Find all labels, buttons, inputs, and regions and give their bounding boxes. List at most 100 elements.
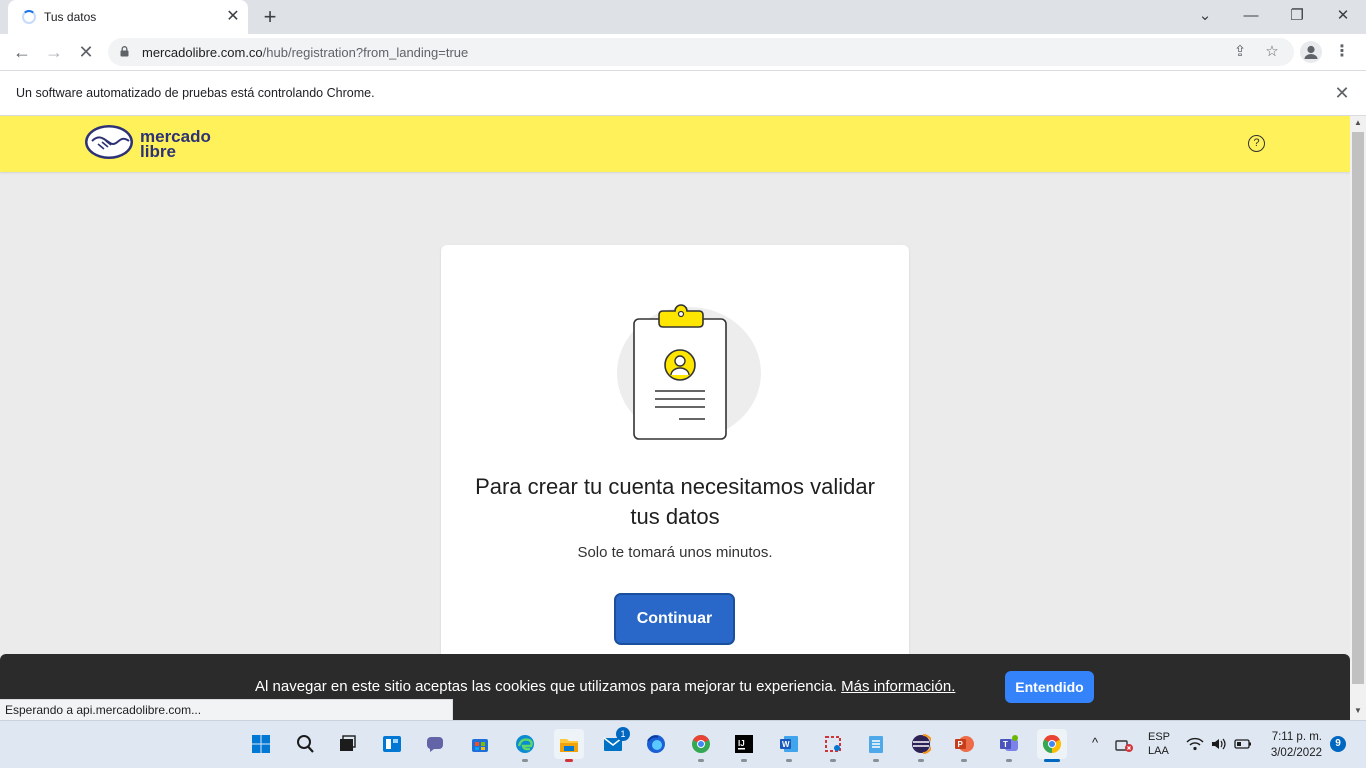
clock-date: 3/02/2022 (1270, 747, 1322, 759)
volume-icon[interactable] (1210, 735, 1228, 756)
taskbar-edge[interactable] (510, 729, 540, 762)
mail-badge: 1 (616, 727, 630, 741)
restore-button[interactable]: ❐ (1282, 4, 1312, 28)
chrome-menu-button[interactable]: ⋮ (1332, 40, 1352, 64)
widgets-icon (383, 736, 401, 752)
teams-icon: T (1000, 735, 1018, 751)
running-indicator (565, 759, 573, 762)
taskbar-store[interactable] (465, 729, 495, 759)
url-text: mercadolibre.com.co/hub/registration?fro… (142, 45, 469, 60)
taskbar-word[interactable]: W (774, 729, 804, 762)
notification-count-badge[interactable]: 9 (1330, 736, 1346, 752)
taskbar-notepad[interactable] (861, 729, 891, 762)
taskbar-widgets[interactable] (377, 729, 407, 759)
mercadolibre-logo[interactable]: mercado libre (84, 124, 224, 164)
store-icon (472, 739, 488, 752)
running-indicator (741, 759, 747, 762)
forward-button[interactable]: → (42, 40, 66, 64)
network-error-tray-icon[interactable] (1114, 735, 1134, 758)
chrome-icon (1042, 734, 1061, 753)
close-window-button[interactable]: ✕ (1328, 4, 1358, 28)
taskbar-chrome[interactable] (1037, 729, 1067, 762)
stop-loading-button[interactable]: ✕ (74, 40, 98, 64)
start-button[interactable] (246, 729, 276, 759)
taskbar-firefox[interactable] (641, 729, 671, 759)
tab-strip: Tus datos ✕ + ⌄ — ❐ ✕ (0, 0, 1366, 34)
page-scrollbar[interactable]: ▲ ▼ (1350, 116, 1366, 720)
search-icon (297, 735, 314, 753)
chrome-bug-icon (692, 735, 710, 753)
taskbar-teams[interactable]: T (994, 729, 1024, 762)
back-button[interactable]: ← (10, 40, 34, 64)
scroll-down-arrow-icon[interactable]: ▼ (1350, 704, 1366, 718)
tab-tus-datos[interactable]: Tus datos ✕ (8, 0, 248, 34)
taskbar-mail[interactable]: 1 (598, 727, 630, 759)
bookmark-star-icon[interactable]: ☆ (1262, 42, 1282, 62)
svg-text:W: W (782, 740, 790, 749)
windows-taskbar: 1 IJ W P T ^ ESP LAA 7:11 p. m. 3/02/202… (0, 720, 1366, 768)
windows-logo-icon (252, 735, 270, 753)
input-language-indicator[interactable]: ESP LAA (1148, 730, 1170, 758)
automation-infobar: Un software automatizado de pruebas está… (0, 70, 1366, 116)
running-indicator (522, 759, 528, 762)
task-view-icon (340, 735, 356, 751)
taskbar-chrome-dev[interactable] (686, 729, 716, 762)
new-tab-button[interactable]: + (258, 6, 282, 28)
eclipse-icon (912, 734, 931, 754)
firefox-icon (647, 735, 665, 753)
accept-cookies-button[interactable]: Entendido (1005, 671, 1094, 703)
loading-spinner-icon (22, 10, 36, 24)
running-indicator (918, 759, 924, 762)
minimize-button[interactable]: — (1236, 4, 1266, 28)
share-icon[interactable]: ⇪ (1230, 42, 1250, 62)
language-code: ESP (1148, 731, 1171, 743)
intellij-icon: IJ (735, 735, 753, 753)
running-indicator (873, 759, 879, 762)
status-bubble: Esperando a api.mercadolibre.com... (0, 699, 453, 720)
battery-icon[interactable] (1234, 735, 1252, 756)
infobar-text: Un software automatizado de pruebas está… (16, 86, 375, 100)
more-info-link[interactable]: Más información. (841, 678, 955, 695)
scroll-up-arrow-icon[interactable]: ▲ (1350, 116, 1366, 130)
tab-close-button[interactable]: ✕ (224, 8, 242, 26)
word-icon: W (780, 736, 798, 752)
address-bar[interactable]: mercadolibre.com.co/hub/registration?fro… (108, 38, 1294, 66)
running-indicator (961, 759, 967, 762)
browser-toolbar: ← → ✕ mercadolibre.com.co/hub/registrati… (0, 34, 1366, 70)
help-icon[interactable]: ? (1248, 135, 1265, 152)
taskbar-search[interactable] (290, 729, 320, 759)
continue-button[interactable]: Continuar (614, 593, 735, 645)
scroll-thumb[interactable] (1352, 132, 1364, 684)
person-icon (1304, 45, 1318, 59)
folder-icon (560, 739, 578, 752)
chat-icon (427, 737, 443, 752)
running-indicator (830, 759, 836, 762)
running-indicator (786, 759, 792, 762)
running-indicator (1044, 759, 1060, 762)
powerpoint-icon: P (955, 736, 974, 752)
taskbar-intellij[interactable]: IJ (729, 729, 759, 762)
clock[interactable]: 7:11 p. m. 3/02/2022 (1266, 729, 1322, 761)
site-header: mercado libre ? (0, 116, 1350, 172)
edge-icon (516, 735, 534, 753)
taskbar-snipping-tool[interactable] (818, 729, 848, 762)
svg-text:P: P (958, 740, 964, 749)
card-title: Para crear tu cuenta necesitamos validar… (475, 474, 875, 529)
show-hidden-icons-chevron-icon[interactable]: ^ (1092, 735, 1098, 750)
infobar-close-button[interactable]: ✕ (1332, 83, 1352, 103)
profile-avatar[interactable] (1300, 41, 1322, 63)
taskbar-task-view[interactable] (332, 729, 362, 759)
notepad-icon (869, 736, 883, 753)
taskbar-powerpoint[interactable]: P (949, 729, 979, 762)
clock-time: 7:11 p. m. (1271, 731, 1322, 743)
taskbar-teams-chat[interactable] (420, 729, 450, 759)
wifi-icon[interactable] (1186, 735, 1204, 756)
taskbar-file-explorer[interactable] (554, 729, 584, 762)
card-subtitle: Solo te tomará unos minutos. (577, 544, 773, 561)
lock-icon[interactable] (120, 46, 129, 57)
taskbar-eclipse[interactable] (906, 729, 936, 762)
cookie-text: Al navegar en este sitio aceptas las coo… (255, 678, 956, 695)
logo-text-libre: libre (140, 142, 176, 161)
running-indicator (1006, 759, 1012, 762)
tab-search-chevron-icon[interactable]: ⌄ (1190, 4, 1220, 28)
